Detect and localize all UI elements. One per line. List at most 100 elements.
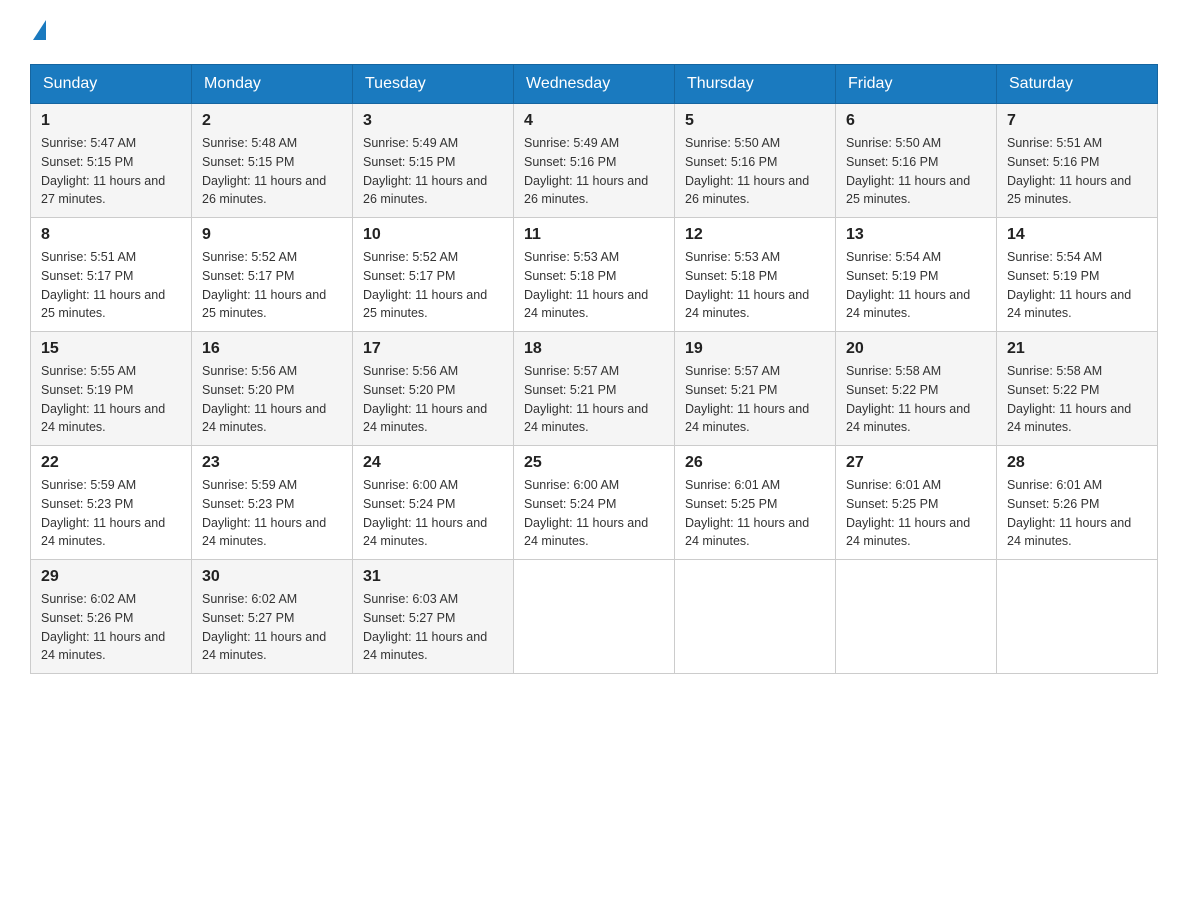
header-saturday: Saturday <box>997 65 1158 104</box>
day-number: 12 <box>685 226 825 244</box>
day-number: 19 <box>685 340 825 358</box>
calendar-cell: 5 Sunrise: 5:50 AMSunset: 5:16 PMDayligh… <box>675 104 836 218</box>
calendar-cell <box>675 560 836 674</box>
day-info: Sunrise: 5:47 AMSunset: 5:15 PMDaylight:… <box>41 136 165 206</box>
header-thursday: Thursday <box>675 65 836 104</box>
day-number: 22 <box>41 454 181 472</box>
day-info: Sunrise: 5:51 AMSunset: 5:16 PMDaylight:… <box>1007 136 1131 206</box>
day-number: 18 <box>524 340 664 358</box>
calendar-cell: 8 Sunrise: 5:51 AMSunset: 5:17 PMDayligh… <box>31 218 192 332</box>
calendar-cell: 12 Sunrise: 5:53 AMSunset: 5:18 PMDaylig… <box>675 218 836 332</box>
header-wednesday: Wednesday <box>514 65 675 104</box>
day-info: Sunrise: 5:54 AMSunset: 5:19 PMDaylight:… <box>1007 250 1131 320</box>
calendar-cell: 28 Sunrise: 6:01 AMSunset: 5:26 PMDaylig… <box>997 446 1158 560</box>
day-number: 20 <box>846 340 986 358</box>
day-info: Sunrise: 5:51 AMSunset: 5:17 PMDaylight:… <box>41 250 165 320</box>
day-info: Sunrise: 5:58 AMSunset: 5:22 PMDaylight:… <box>846 364 970 434</box>
day-info: Sunrise: 5:49 AMSunset: 5:16 PMDaylight:… <box>524 136 648 206</box>
calendar-cell: 19 Sunrise: 5:57 AMSunset: 5:21 PMDaylig… <box>675 332 836 446</box>
calendar-cell: 16 Sunrise: 5:56 AMSunset: 5:20 PMDaylig… <box>192 332 353 446</box>
header-monday: Monday <box>192 65 353 104</box>
calendar-cell: 15 Sunrise: 5:55 AMSunset: 5:19 PMDaylig… <box>31 332 192 446</box>
page-header <box>30 20 1158 44</box>
day-number: 9 <box>202 226 342 244</box>
day-number: 6 <box>846 112 986 130</box>
day-info: Sunrise: 6:01 AMSunset: 5:26 PMDaylight:… <box>1007 478 1131 548</box>
day-number: 7 <box>1007 112 1147 130</box>
day-info: Sunrise: 5:58 AMSunset: 5:22 PMDaylight:… <box>1007 364 1131 434</box>
day-number: 30 <box>202 568 342 586</box>
calendar-cell <box>997 560 1158 674</box>
day-number: 24 <box>363 454 503 472</box>
calendar-cell: 27 Sunrise: 6:01 AMSunset: 5:25 PMDaylig… <box>836 446 997 560</box>
calendar-cell: 20 Sunrise: 5:58 AMSunset: 5:22 PMDaylig… <box>836 332 997 446</box>
calendar-week-row: 8 Sunrise: 5:51 AMSunset: 5:17 PMDayligh… <box>31 218 1158 332</box>
day-number: 14 <box>1007 226 1147 244</box>
calendar-cell: 21 Sunrise: 5:58 AMSunset: 5:22 PMDaylig… <box>997 332 1158 446</box>
day-info: Sunrise: 6:00 AMSunset: 5:24 PMDaylight:… <box>524 478 648 548</box>
calendar-week-row: 22 Sunrise: 5:59 AMSunset: 5:23 PMDaylig… <box>31 446 1158 560</box>
day-number: 10 <box>363 226 503 244</box>
day-number: 15 <box>41 340 181 358</box>
calendar-week-row: 15 Sunrise: 5:55 AMSunset: 5:19 PMDaylig… <box>31 332 1158 446</box>
day-number: 5 <box>685 112 825 130</box>
day-info: Sunrise: 6:01 AMSunset: 5:25 PMDaylight:… <box>685 478 809 548</box>
day-info: Sunrise: 5:56 AMSunset: 5:20 PMDaylight:… <box>202 364 326 434</box>
calendar-cell <box>514 560 675 674</box>
day-number: 27 <box>846 454 986 472</box>
day-number: 13 <box>846 226 986 244</box>
calendar-cell: 25 Sunrise: 6:00 AMSunset: 5:24 PMDaylig… <box>514 446 675 560</box>
calendar-cell: 17 Sunrise: 5:56 AMSunset: 5:20 PMDaylig… <box>353 332 514 446</box>
day-number: 25 <box>524 454 664 472</box>
day-info: Sunrise: 5:50 AMSunset: 5:16 PMDaylight:… <box>846 136 970 206</box>
day-info: Sunrise: 6:00 AMSunset: 5:24 PMDaylight:… <box>363 478 487 548</box>
calendar-cell: 6 Sunrise: 5:50 AMSunset: 5:16 PMDayligh… <box>836 104 997 218</box>
calendar-cell: 31 Sunrise: 6:03 AMSunset: 5:27 PMDaylig… <box>353 560 514 674</box>
day-info: Sunrise: 6:02 AMSunset: 5:26 PMDaylight:… <box>41 592 165 662</box>
day-info: Sunrise: 5:49 AMSunset: 5:15 PMDaylight:… <box>363 136 487 206</box>
day-number: 1 <box>41 112 181 130</box>
calendar-cell: 13 Sunrise: 5:54 AMSunset: 5:19 PMDaylig… <box>836 218 997 332</box>
calendar-cell: 22 Sunrise: 5:59 AMSunset: 5:23 PMDaylig… <box>31 446 192 560</box>
calendar-cell: 14 Sunrise: 5:54 AMSunset: 5:19 PMDaylig… <box>997 218 1158 332</box>
day-info: Sunrise: 5:52 AMSunset: 5:17 PMDaylight:… <box>202 250 326 320</box>
calendar-table: Sunday Monday Tuesday Wednesday Thursday… <box>30 64 1158 674</box>
day-number: 21 <box>1007 340 1147 358</box>
calendar-cell: 2 Sunrise: 5:48 AMSunset: 5:15 PMDayligh… <box>192 104 353 218</box>
calendar-cell: 9 Sunrise: 5:52 AMSunset: 5:17 PMDayligh… <box>192 218 353 332</box>
day-info: Sunrise: 5:56 AMSunset: 5:20 PMDaylight:… <box>363 364 487 434</box>
calendar-cell: 7 Sunrise: 5:51 AMSunset: 5:16 PMDayligh… <box>997 104 1158 218</box>
header-sunday: Sunday <box>31 65 192 104</box>
logo <box>30 20 46 44</box>
day-number: 3 <box>363 112 503 130</box>
calendar-cell: 11 Sunrise: 5:53 AMSunset: 5:18 PMDaylig… <box>514 218 675 332</box>
day-info: Sunrise: 5:59 AMSunset: 5:23 PMDaylight:… <box>41 478 165 548</box>
day-number: 31 <box>363 568 503 586</box>
day-number: 11 <box>524 226 664 244</box>
day-number: 23 <box>202 454 342 472</box>
day-info: Sunrise: 5:53 AMSunset: 5:18 PMDaylight:… <box>524 250 648 320</box>
calendar-cell: 18 Sunrise: 5:57 AMSunset: 5:21 PMDaylig… <box>514 332 675 446</box>
day-info: Sunrise: 5:53 AMSunset: 5:18 PMDaylight:… <box>685 250 809 320</box>
day-number: 2 <box>202 112 342 130</box>
calendar-cell: 4 Sunrise: 5:49 AMSunset: 5:16 PMDayligh… <box>514 104 675 218</box>
day-info: Sunrise: 6:01 AMSunset: 5:25 PMDaylight:… <box>846 478 970 548</box>
logo-triangle-icon <box>33 20 46 40</box>
calendar-week-row: 29 Sunrise: 6:02 AMSunset: 5:26 PMDaylig… <box>31 560 1158 674</box>
day-number: 4 <box>524 112 664 130</box>
calendar-cell: 30 Sunrise: 6:02 AMSunset: 5:27 PMDaylig… <box>192 560 353 674</box>
calendar-cell: 3 Sunrise: 5:49 AMSunset: 5:15 PMDayligh… <box>353 104 514 218</box>
day-number: 8 <box>41 226 181 244</box>
day-info: Sunrise: 5:50 AMSunset: 5:16 PMDaylight:… <box>685 136 809 206</box>
calendar-week-row: 1 Sunrise: 5:47 AMSunset: 5:15 PMDayligh… <box>31 104 1158 218</box>
calendar-cell <box>836 560 997 674</box>
day-info: Sunrise: 5:48 AMSunset: 5:15 PMDaylight:… <box>202 136 326 206</box>
day-info: Sunrise: 6:02 AMSunset: 5:27 PMDaylight:… <box>202 592 326 662</box>
calendar-cell: 24 Sunrise: 6:00 AMSunset: 5:24 PMDaylig… <box>353 446 514 560</box>
header-friday: Friday <box>836 65 997 104</box>
day-info: Sunrise: 5:57 AMSunset: 5:21 PMDaylight:… <box>524 364 648 434</box>
day-info: Sunrise: 5:59 AMSunset: 5:23 PMDaylight:… <box>202 478 326 548</box>
day-number: 28 <box>1007 454 1147 472</box>
header-tuesday: Tuesday <box>353 65 514 104</box>
day-number: 17 <box>363 340 503 358</box>
